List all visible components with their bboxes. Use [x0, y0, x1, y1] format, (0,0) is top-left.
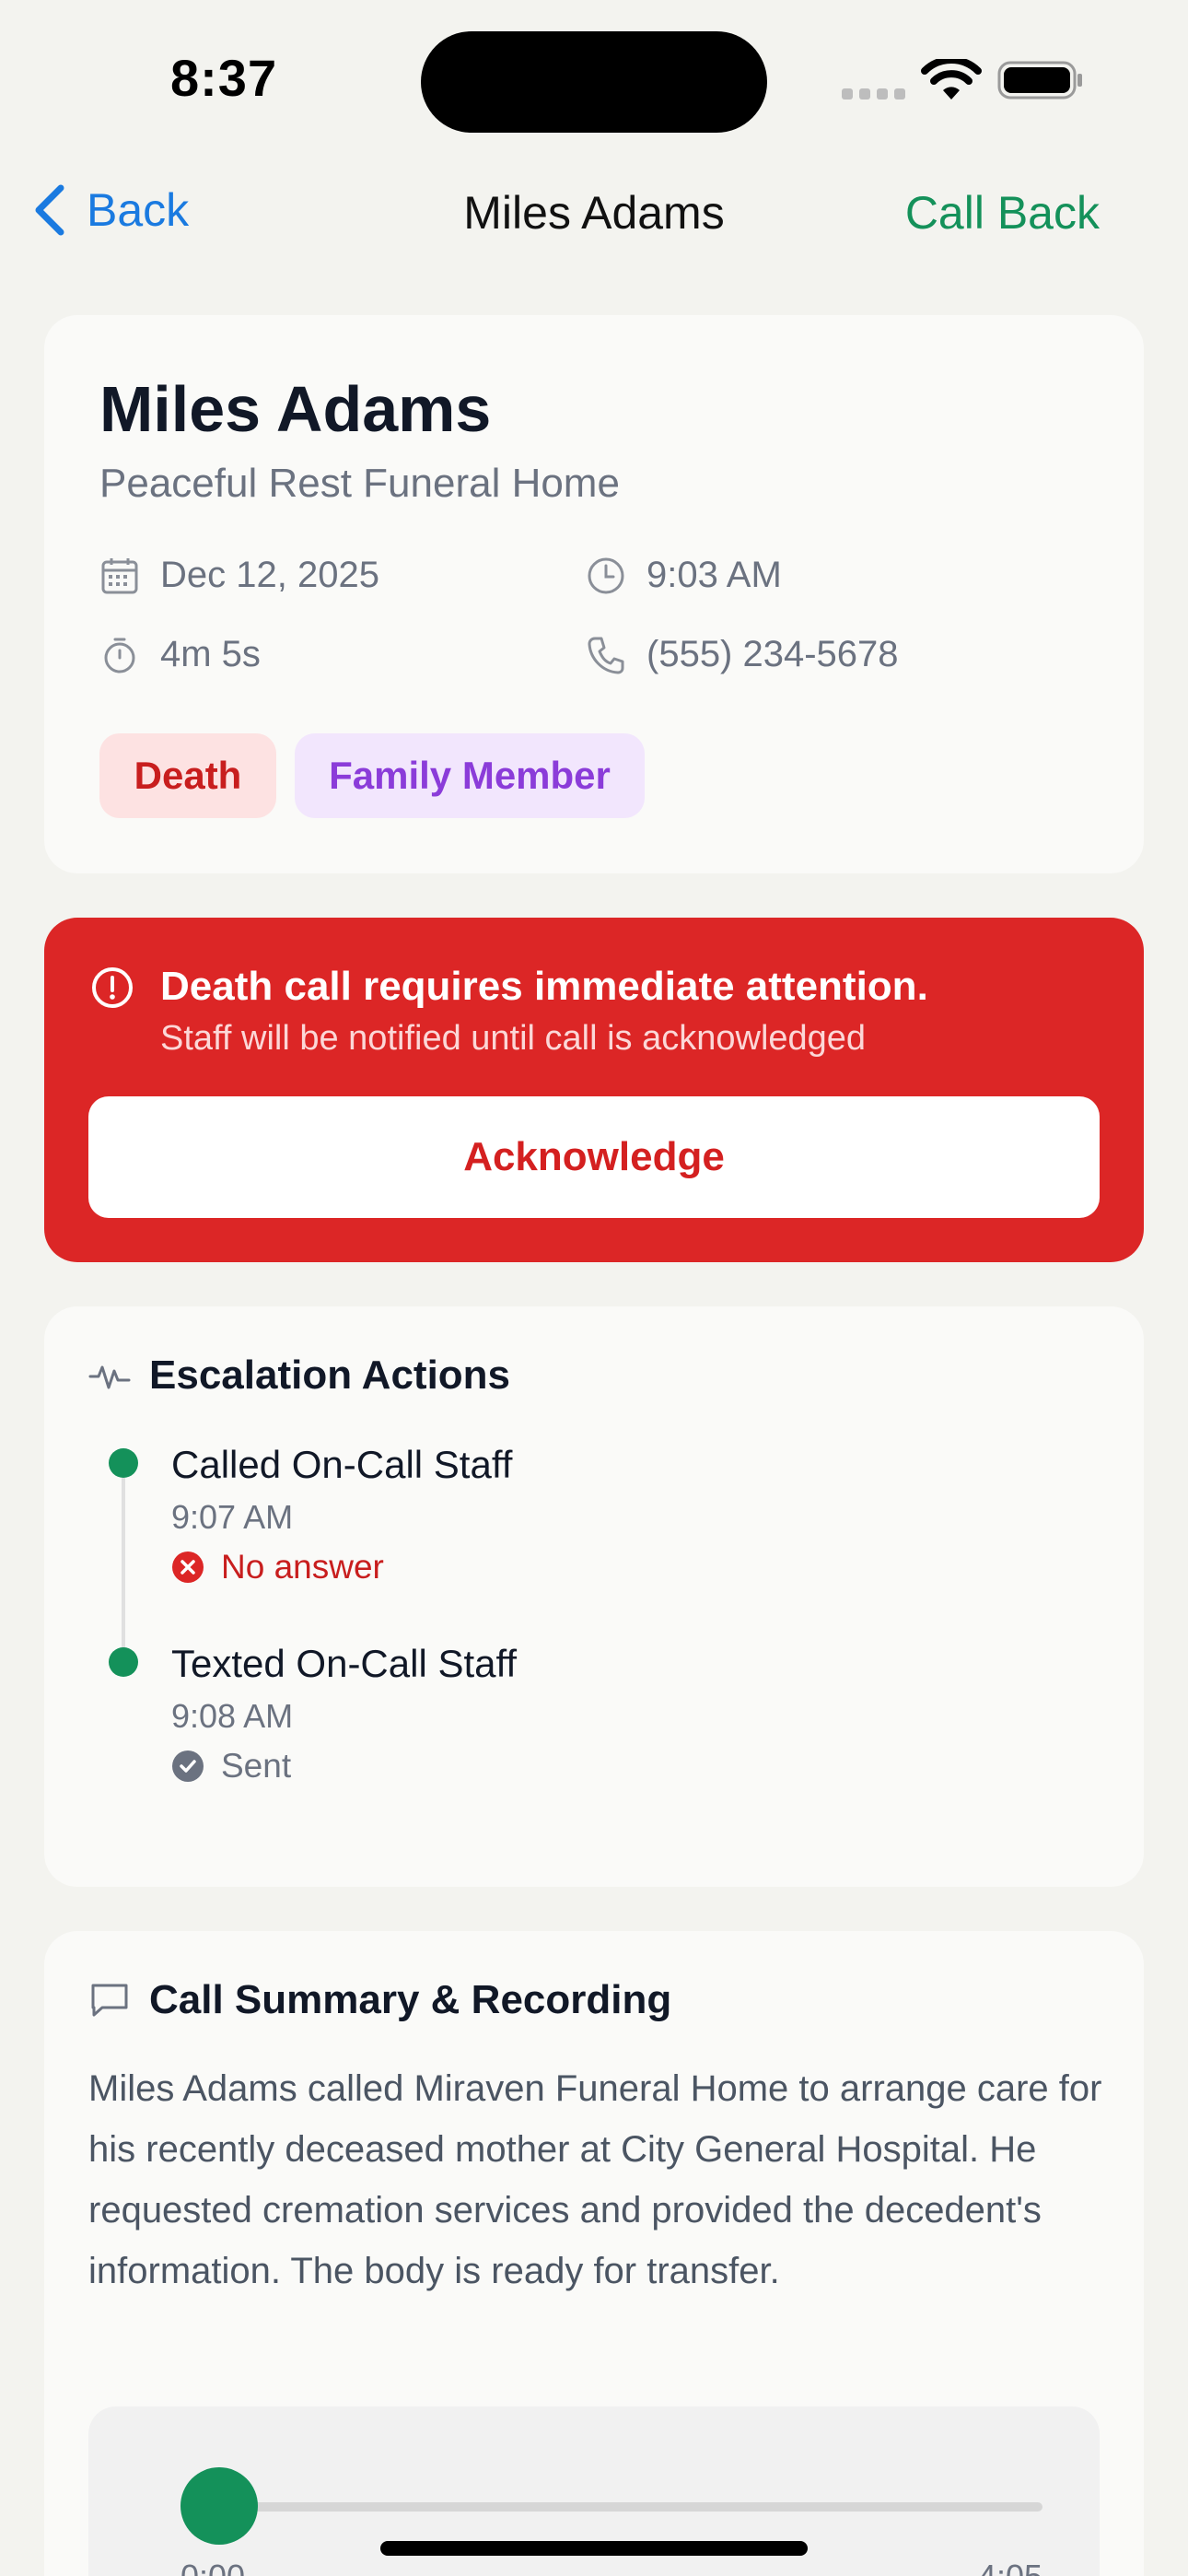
call-duration-value: 4m 5s: [160, 634, 261, 674]
caller-name: Miles Adams: [99, 373, 492, 445]
caller-organization: Peaceful Rest Funeral Home: [99, 461, 620, 506]
calendar-icon: [101, 557, 138, 593]
call-back-button[interactable]: Call Back: [905, 186, 1100, 240]
call-time: 9:03 AM: [586, 555, 782, 596]
escalation-heading: Escalation Actions: [88, 1352, 510, 1399]
message-square-icon: [91, 1984, 128, 2017]
escalation-item-title: Called On-Call Staff: [171, 1443, 513, 1486]
home-indicator: [380, 2541, 808, 2556]
escalation-item-title: Texted On-Call Staff: [171, 1642, 518, 1685]
caller-phone-value: (555) 234-5678: [646, 634, 899, 674]
summary-heading: Call Summary & Recording: [88, 1977, 671, 2023]
cellular-signal-icon: [842, 88, 905, 100]
death-call-alert: Death call requires immediate attention.…: [44, 918, 1144, 1262]
playback-current-time: 0:00: [181, 2558, 245, 2576]
escalation-item-time: 9:08 AM: [171, 1697, 294, 1735]
navigation-bar: Back Miles Adams Call Back: [0, 166, 1188, 254]
playback-scrubber-handle[interactable]: [181, 2467, 258, 2545]
check-circle-icon: [172, 1751, 204, 1782]
escalation-item-status: No answer: [171, 1548, 384, 1587]
caller-info-card: Miles Adams Peaceful Rest Funeral Home D…: [44, 315, 1144, 873]
wifi-icon: [921, 59, 982, 100]
battery-icon: [997, 61, 1082, 100]
summary-heading-label: Call Summary & Recording: [149, 1977, 672, 2022]
call-summary-text: Miles Adams called Miraven Funeral Home …: [88, 2068, 1102, 2291]
call-duration: 4m 5s: [99, 634, 261, 675]
phone-icon: [588, 637, 624, 673]
call-date-value: Dec 12, 2025: [160, 555, 379, 595]
call-date: Dec 12, 2025: [99, 555, 379, 596]
call-summary-card: Call Summary & Recording Miles Adams cal…: [44, 1931, 1144, 2576]
escalation-heading-label: Escalation Actions: [149, 1352, 511, 1398]
clock-icon: [588, 557, 624, 593]
escalation-actions-card: Escalation Actions Called On-Call Staff …: [44, 1306, 1144, 1887]
call-time-value: 9:03 AM: [646, 555, 782, 595]
playback-progress-track[interactable]: [181, 2502, 1042, 2512]
activity-icon: [88, 1365, 131, 1389]
escalation-item-status: Sent: [171, 1747, 291, 1786]
tag-family-member: Family Member: [295, 733, 645, 818]
timeline-dot: [109, 1647, 138, 1677]
playback-total-time: 4:05: [978, 2558, 1042, 2576]
caller-phone[interactable]: (555) 234-5678: [586, 634, 899, 675]
x-circle-icon: [172, 1551, 204, 1583]
tag-death: Death: [99, 733, 276, 818]
alert-subtitle: Staff will be notified until call is ack…: [160, 1019, 867, 1058]
timeline-connector: [122, 1478, 125, 1662]
alert-title: Death call requires immediate attention.: [160, 964, 928, 1009]
status-bar: 8:37: [0, 0, 1188, 147]
stopwatch-icon: [104, 638, 135, 673]
timeline-dot: [109, 1448, 138, 1478]
escalation-status-label: Sent: [221, 1747, 292, 1785]
escalation-status-label: No answer: [221, 1548, 384, 1586]
status-time: 8:37: [170, 49, 278, 107]
alert-circle-icon: [92, 967, 133, 1008]
acknowledge-button[interactable]: Acknowledge: [88, 1096, 1100, 1218]
dynamic-island: [421, 31, 767, 133]
escalation-item-time: 9:07 AM: [171, 1498, 294, 1536]
